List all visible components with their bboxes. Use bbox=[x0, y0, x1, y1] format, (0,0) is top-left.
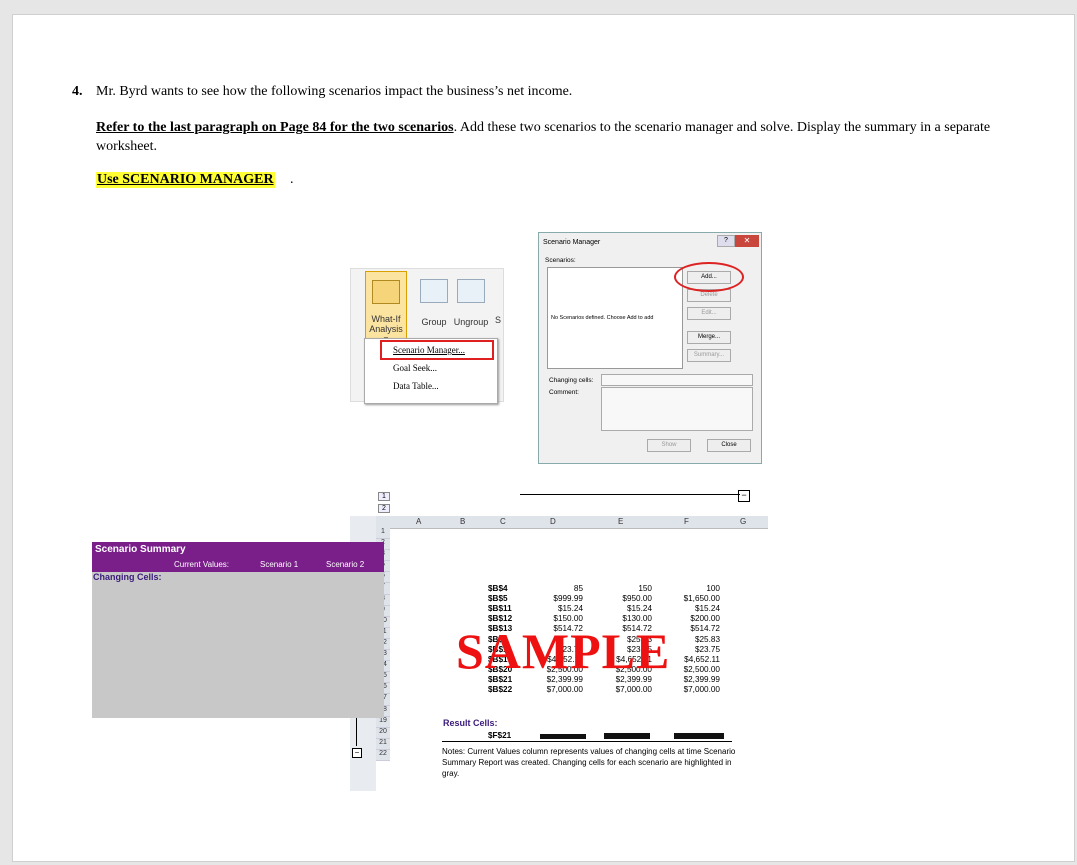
highlighted-instruction: Use SCENARIO MANAGER bbox=[96, 172, 275, 188]
table-cell: $7,000.00 bbox=[683, 685, 720, 694]
table-cell: $2,399.99 bbox=[683, 674, 720, 684]
table-cell: $514.72 bbox=[690, 624, 720, 634]
scenario-2-header: Scenario 2 bbox=[326, 560, 365, 569]
row-number[interactable]: 21 bbox=[376, 738, 390, 750]
row-number[interactable]: 22 bbox=[376, 749, 390, 761]
table-cell: $4,652.11 bbox=[684, 654, 720, 664]
table-cell: $950.00 bbox=[622, 594, 652, 604]
group-button[interactable]: Group bbox=[419, 279, 449, 327]
help-icon[interactable]: ? bbox=[717, 235, 735, 247]
merge-button[interactable]: Merge... bbox=[687, 331, 731, 344]
table-cell: $1,650.00 bbox=[683, 594, 720, 604]
column-b[interactable]: B bbox=[460, 517, 465, 526]
empty-scenarios-message: No Scenarios defined. Choose Add to add bbox=[551, 315, 654, 321]
sample-watermark: SAMPLE bbox=[456, 623, 671, 679]
table-cell: $15.24 bbox=[626, 604, 652, 614]
what-if-analysis-button[interactable]: What-If Analysis ▾ bbox=[365, 271, 407, 344]
table-cell: $999.99 bbox=[553, 594, 583, 604]
collapse-icon[interactable]: − bbox=[738, 490, 750, 502]
table-cell: $15.24 bbox=[557, 604, 583, 614]
menu-item-data-table[interactable]: Data Table... bbox=[393, 381, 439, 391]
ungroup-button[interactable]: Ungroup bbox=[451, 279, 491, 327]
table-cell: $7,000.00 bbox=[615, 685, 652, 694]
result-underline bbox=[442, 741, 732, 742]
what-if-label: What-If bbox=[371, 314, 401, 324]
redacted-value-1 bbox=[540, 734, 586, 739]
redacted-value-3 bbox=[674, 733, 724, 739]
table-cell: 150 bbox=[638, 584, 652, 593]
subtotal-label: S bbox=[494, 315, 501, 325]
group-label: Group bbox=[421, 317, 447, 327]
dialog-title: Scenario Manager bbox=[543, 239, 601, 246]
ungroup-icon bbox=[457, 279, 485, 303]
comment-field[interactable] bbox=[601, 387, 753, 431]
table-cell: $15.24 bbox=[694, 604, 720, 614]
cell-reference: $B$22 bbox=[488, 685, 513, 694]
highlight-period: . bbox=[290, 172, 294, 187]
row-number[interactable]: 20 bbox=[376, 727, 390, 739]
add-button-highlight bbox=[674, 262, 744, 292]
collapse-group-icon[interactable]: − bbox=[352, 748, 362, 758]
outline-level-1[interactable]: 1 bbox=[378, 492, 390, 501]
question-number: 4. bbox=[72, 84, 83, 99]
scenarios-label: Scenarios: bbox=[545, 257, 576, 264]
column-c[interactable]: C bbox=[500, 517, 506, 526]
scenario-manager-highlight bbox=[380, 340, 494, 360]
summary-header: Scenario Summary Current Values: Scenari… bbox=[92, 542, 384, 572]
changing-cells-label: Changing Cells: bbox=[93, 572, 162, 582]
question-text: Mr. Byrd wants to see how the following … bbox=[96, 84, 573, 99]
column-g[interactable]: G bbox=[740, 517, 746, 526]
row-number[interactable]: 19 bbox=[376, 716, 390, 728]
close-button[interactable]: Close bbox=[707, 439, 751, 452]
table-cell: 85 bbox=[573, 584, 583, 593]
table-cell: $7,000.00 bbox=[546, 685, 583, 694]
table-cell: $200.00 bbox=[690, 614, 720, 624]
result-cells-label: Result Cells: bbox=[443, 718, 498, 728]
column-header-row: 1 2 A B C D E F G bbox=[350, 516, 768, 529]
summary-button[interactable]: Summary... bbox=[687, 349, 731, 362]
scenarios-list[interactable]: No Scenarios defined. Choose Add to add bbox=[547, 267, 683, 369]
summary-title: Scenario Summary bbox=[95, 544, 186, 555]
cell-reference: $B$11 bbox=[488, 604, 512, 614]
cell-reference: $B$5 bbox=[488, 594, 508, 604]
outline-level-2[interactable]: 2 bbox=[378, 504, 390, 513]
column-d[interactable]: D bbox=[550, 517, 556, 526]
instruction-bold: Refer to the last paragraph on Page 84 f… bbox=[96, 120, 454, 135]
ungroup-label: Ungroup bbox=[453, 317, 489, 327]
scenario-1-header: Scenario 1 bbox=[260, 560, 299, 569]
cell-reference: $B$4 bbox=[488, 584, 508, 593]
table-cell: $23.75 bbox=[694, 644, 720, 654]
changing-cells-field[interactable] bbox=[601, 374, 753, 386]
close-icon[interactable]: ✕ bbox=[735, 235, 759, 247]
dialog-window-controls: ? ✕ bbox=[715, 235, 759, 247]
changing-cells-block: Changing Cells: bbox=[92, 572, 384, 718]
table-cell: 100 bbox=[706, 584, 720, 593]
show-button[interactable]: Show bbox=[647, 439, 691, 452]
group-icon bbox=[420, 279, 448, 303]
edit-button[interactable]: Edit... bbox=[687, 307, 731, 320]
current-values-header: Current Values: bbox=[174, 560, 229, 569]
instruction-paragraph: Refer to the last paragraph on Page 84 f… bbox=[96, 118, 1036, 156]
menu-item-goal-seek[interactable]: Goal Seek... bbox=[393, 363, 437, 373]
changing-cells-label: Changing cells: bbox=[549, 377, 594, 384]
redacted-value-2 bbox=[604, 733, 650, 739]
comment-label: Comment: bbox=[549, 389, 579, 396]
result-cell-ref: $F$21 bbox=[488, 731, 512, 740]
what-if-icon bbox=[372, 280, 400, 304]
table-cell: $2,500.00 bbox=[683, 664, 720, 674]
summary-notes: Notes: Current Values column represents … bbox=[442, 747, 736, 778]
table-cell: $25.83 bbox=[694, 634, 720, 644]
outline-bar bbox=[520, 494, 740, 495]
column-e[interactable]: E bbox=[618, 517, 623, 526]
column-f[interactable]: F bbox=[684, 517, 689, 526]
column-a[interactable]: A bbox=[416, 517, 421, 526]
row-number[interactable]: 1 bbox=[376, 528, 390, 540]
